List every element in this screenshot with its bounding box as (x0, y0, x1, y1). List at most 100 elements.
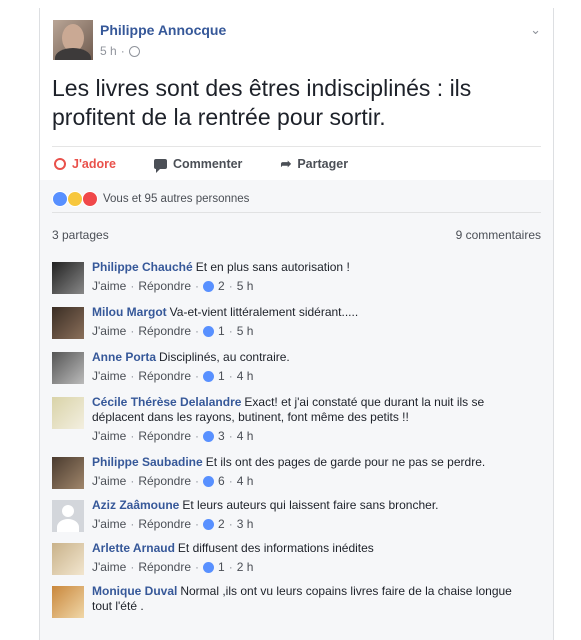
comment-item: Milou Margot Va-et-vient littéralement si… (52, 305, 541, 350)
post-card: Philippe Annocque 5 h · ⌄ Les livres son… (39, 8, 554, 640)
commenter-name[interactable]: Aziz Zaâmoune (92, 498, 179, 512)
comment-actions: J'aime · Répondre · 1 · 5 h (92, 323, 358, 339)
love-button[interactable]: J'adore (54, 157, 116, 171)
separator-dot: · (228, 324, 233, 338)
shares-count[interactable]: 3 partages (52, 228, 109, 242)
commenter-avatar[interactable] (52, 500, 84, 532)
comment-like-link[interactable]: J'aime (92, 323, 126, 339)
comment-time[interactable]: 4 h (237, 368, 254, 384)
comment-text: Et diffusent des informations inédites (177, 541, 374, 555)
separator-dot: · (130, 517, 135, 531)
post-actions: J'adore Commenter ➦ Partager (52, 146, 541, 181)
comments-list: Philippe Chauché Et en plus sans autorisa… (52, 260, 541, 624)
like-icon (203, 475, 215, 487)
comment-reply-link[interactable]: Répondre (138, 323, 191, 339)
separator-dot: · (228, 474, 233, 488)
separator-dot: · (195, 517, 200, 531)
commenter-avatar[interactable] (52, 586, 84, 618)
commenter-avatar[interactable] (52, 352, 84, 384)
separator-dot: · (130, 279, 135, 293)
comment-body: Philippe Saubadine Et ils ont des pages d… (92, 455, 485, 498)
comment-actions: J'aime · Répondre · 1 · 2 h (92, 559, 374, 575)
comment-icon (153, 159, 167, 173)
commenter-avatar[interactable] (52, 397, 84, 429)
comment-body: Monique Duval Normal ,ils ont vu leurs co… (92, 584, 512, 624)
comment-time[interactable]: 5 h (237, 278, 254, 294)
comment-body: Milou Margot Va-et-vient littéralement si… (92, 305, 358, 350)
love-reaction-icon (82, 191, 98, 207)
comment-like-count: 2 (218, 517, 225, 531)
author-avatar[interactable] (53, 20, 93, 60)
post-author[interactable]: Philippe Annocque (100, 22, 226, 38)
comment-time[interactable]: 4 h (237, 428, 254, 444)
post-meta: 5 h · (100, 44, 140, 58)
comment-like-link[interactable]: J'aime (92, 473, 126, 489)
separator-dot: · (228, 429, 233, 443)
commenter-name[interactable]: Monique Duval (92, 584, 177, 598)
comment-item: Monique Duval Normal ,ils ont vu leurs co… (52, 584, 541, 624)
engagement-counts: 3 partages 9 commentaires (52, 228, 541, 242)
comment-item: Aziz Zaâmoune Et leurs auteurs qui laisse… (52, 498, 541, 541)
comment-item: Philippe Chauché Et en plus sans autorisa… (52, 260, 541, 305)
chevron-down-icon[interactable]: ⌄ (530, 22, 541, 38)
separator-dot: · (195, 369, 200, 383)
comment-like-link[interactable]: J'aime (92, 278, 126, 294)
commenter-avatar[interactable] (52, 262, 84, 294)
comment-like-link[interactable]: J'aime (92, 559, 126, 575)
comment-text: Et leurs auteurs qui laissent faire sans… (182, 498, 439, 512)
separator-dot: · (130, 369, 135, 383)
commenter-name[interactable]: Philippe Chauché (92, 260, 193, 274)
comment-button[interactable]: Commenter (153, 157, 243, 173)
comment-like-link[interactable]: J'aime (92, 428, 126, 444)
commenter-name[interactable]: Anne Porta (92, 350, 156, 364)
comment-time[interactable]: 2 h (237, 559, 254, 575)
comment-actions: J'aime · Répondre · 6 · 4 h (92, 473, 485, 489)
comment-like-count: 1 (218, 560, 225, 574)
comment-body: Anne Porta Disciplinés, au contraire. J'a… (92, 350, 290, 395)
comment-like-count: 1 (218, 369, 225, 383)
comment-time[interactable]: 5 h (237, 323, 254, 339)
separator-dot: · (195, 474, 200, 488)
comment-body: Cécile Thérèse Delalandre Exact! et j'ai … (92, 395, 512, 455)
comment-like-link[interactable]: J'aime (92, 368, 126, 384)
comment-time[interactable]: 4 h (237, 473, 254, 489)
comment-like-count: 3 (218, 429, 225, 443)
commenter-name[interactable]: Philippe Saubadine (92, 455, 203, 469)
comment-item: Cécile Thérèse Delalandre Exact! et j'ai … (52, 395, 541, 455)
comment-reply-link[interactable]: Répondre (138, 278, 191, 294)
commenter-avatar[interactable] (52, 307, 84, 339)
reactions-summary[interactable]: Vous et 95 autres personnes (52, 186, 541, 213)
separator-dot: · (130, 474, 135, 488)
commenter-name[interactable]: Cécile Thérèse Delalandre (92, 395, 241, 409)
separator-dot: · (130, 324, 135, 338)
separator-dot: · (195, 324, 200, 338)
separator-dot: · (130, 560, 135, 574)
share-button[interactable]: ➦ Partager (280, 156, 348, 172)
comment-reply-link[interactable]: Répondre (138, 428, 191, 444)
comment-actions: J'aime · Répondre · 2 · 3 h (92, 516, 439, 532)
commenter-name[interactable]: Arlette Arnaud (92, 541, 175, 555)
separator-dot: · (120, 44, 125, 58)
comment-body: Philippe Chauché Et en plus sans autorisa… (92, 260, 350, 305)
separator-dot: · (228, 517, 233, 531)
comment-reply-link[interactable]: Répondre (138, 473, 191, 489)
commenter-name[interactable]: Milou Margot (92, 305, 167, 319)
comment-reply-link[interactable]: Répondre (138, 516, 191, 532)
separator-dot: · (228, 369, 233, 383)
comment-label: Commenter (172, 157, 243, 171)
comment-text: Et ils ont des pages de garde pour ne pa… (205, 455, 486, 469)
post-time[interactable]: 5 h (100, 44, 117, 58)
comments-count[interactable]: 9 commentaires (456, 228, 541, 242)
like-icon (203, 518, 215, 530)
separator-dot: · (195, 429, 200, 443)
comment-reply-link[interactable]: Répondre (138, 368, 191, 384)
commenter-avatar[interactable] (52, 457, 84, 489)
comment-item: Arlette Arnaud Et diffusent des informati… (52, 541, 541, 584)
comment-time[interactable]: 3 h (237, 516, 254, 532)
commenter-avatar[interactable] (52, 543, 84, 575)
comment-reply-link[interactable]: Répondre (138, 559, 191, 575)
comment-like-count: 6 (218, 474, 225, 488)
comment-like-count: 1 (218, 324, 225, 338)
comment-like-link[interactable]: J'aime (92, 516, 126, 532)
comment-actions: J'aime · Répondre · 2 · 5 h (92, 278, 350, 294)
